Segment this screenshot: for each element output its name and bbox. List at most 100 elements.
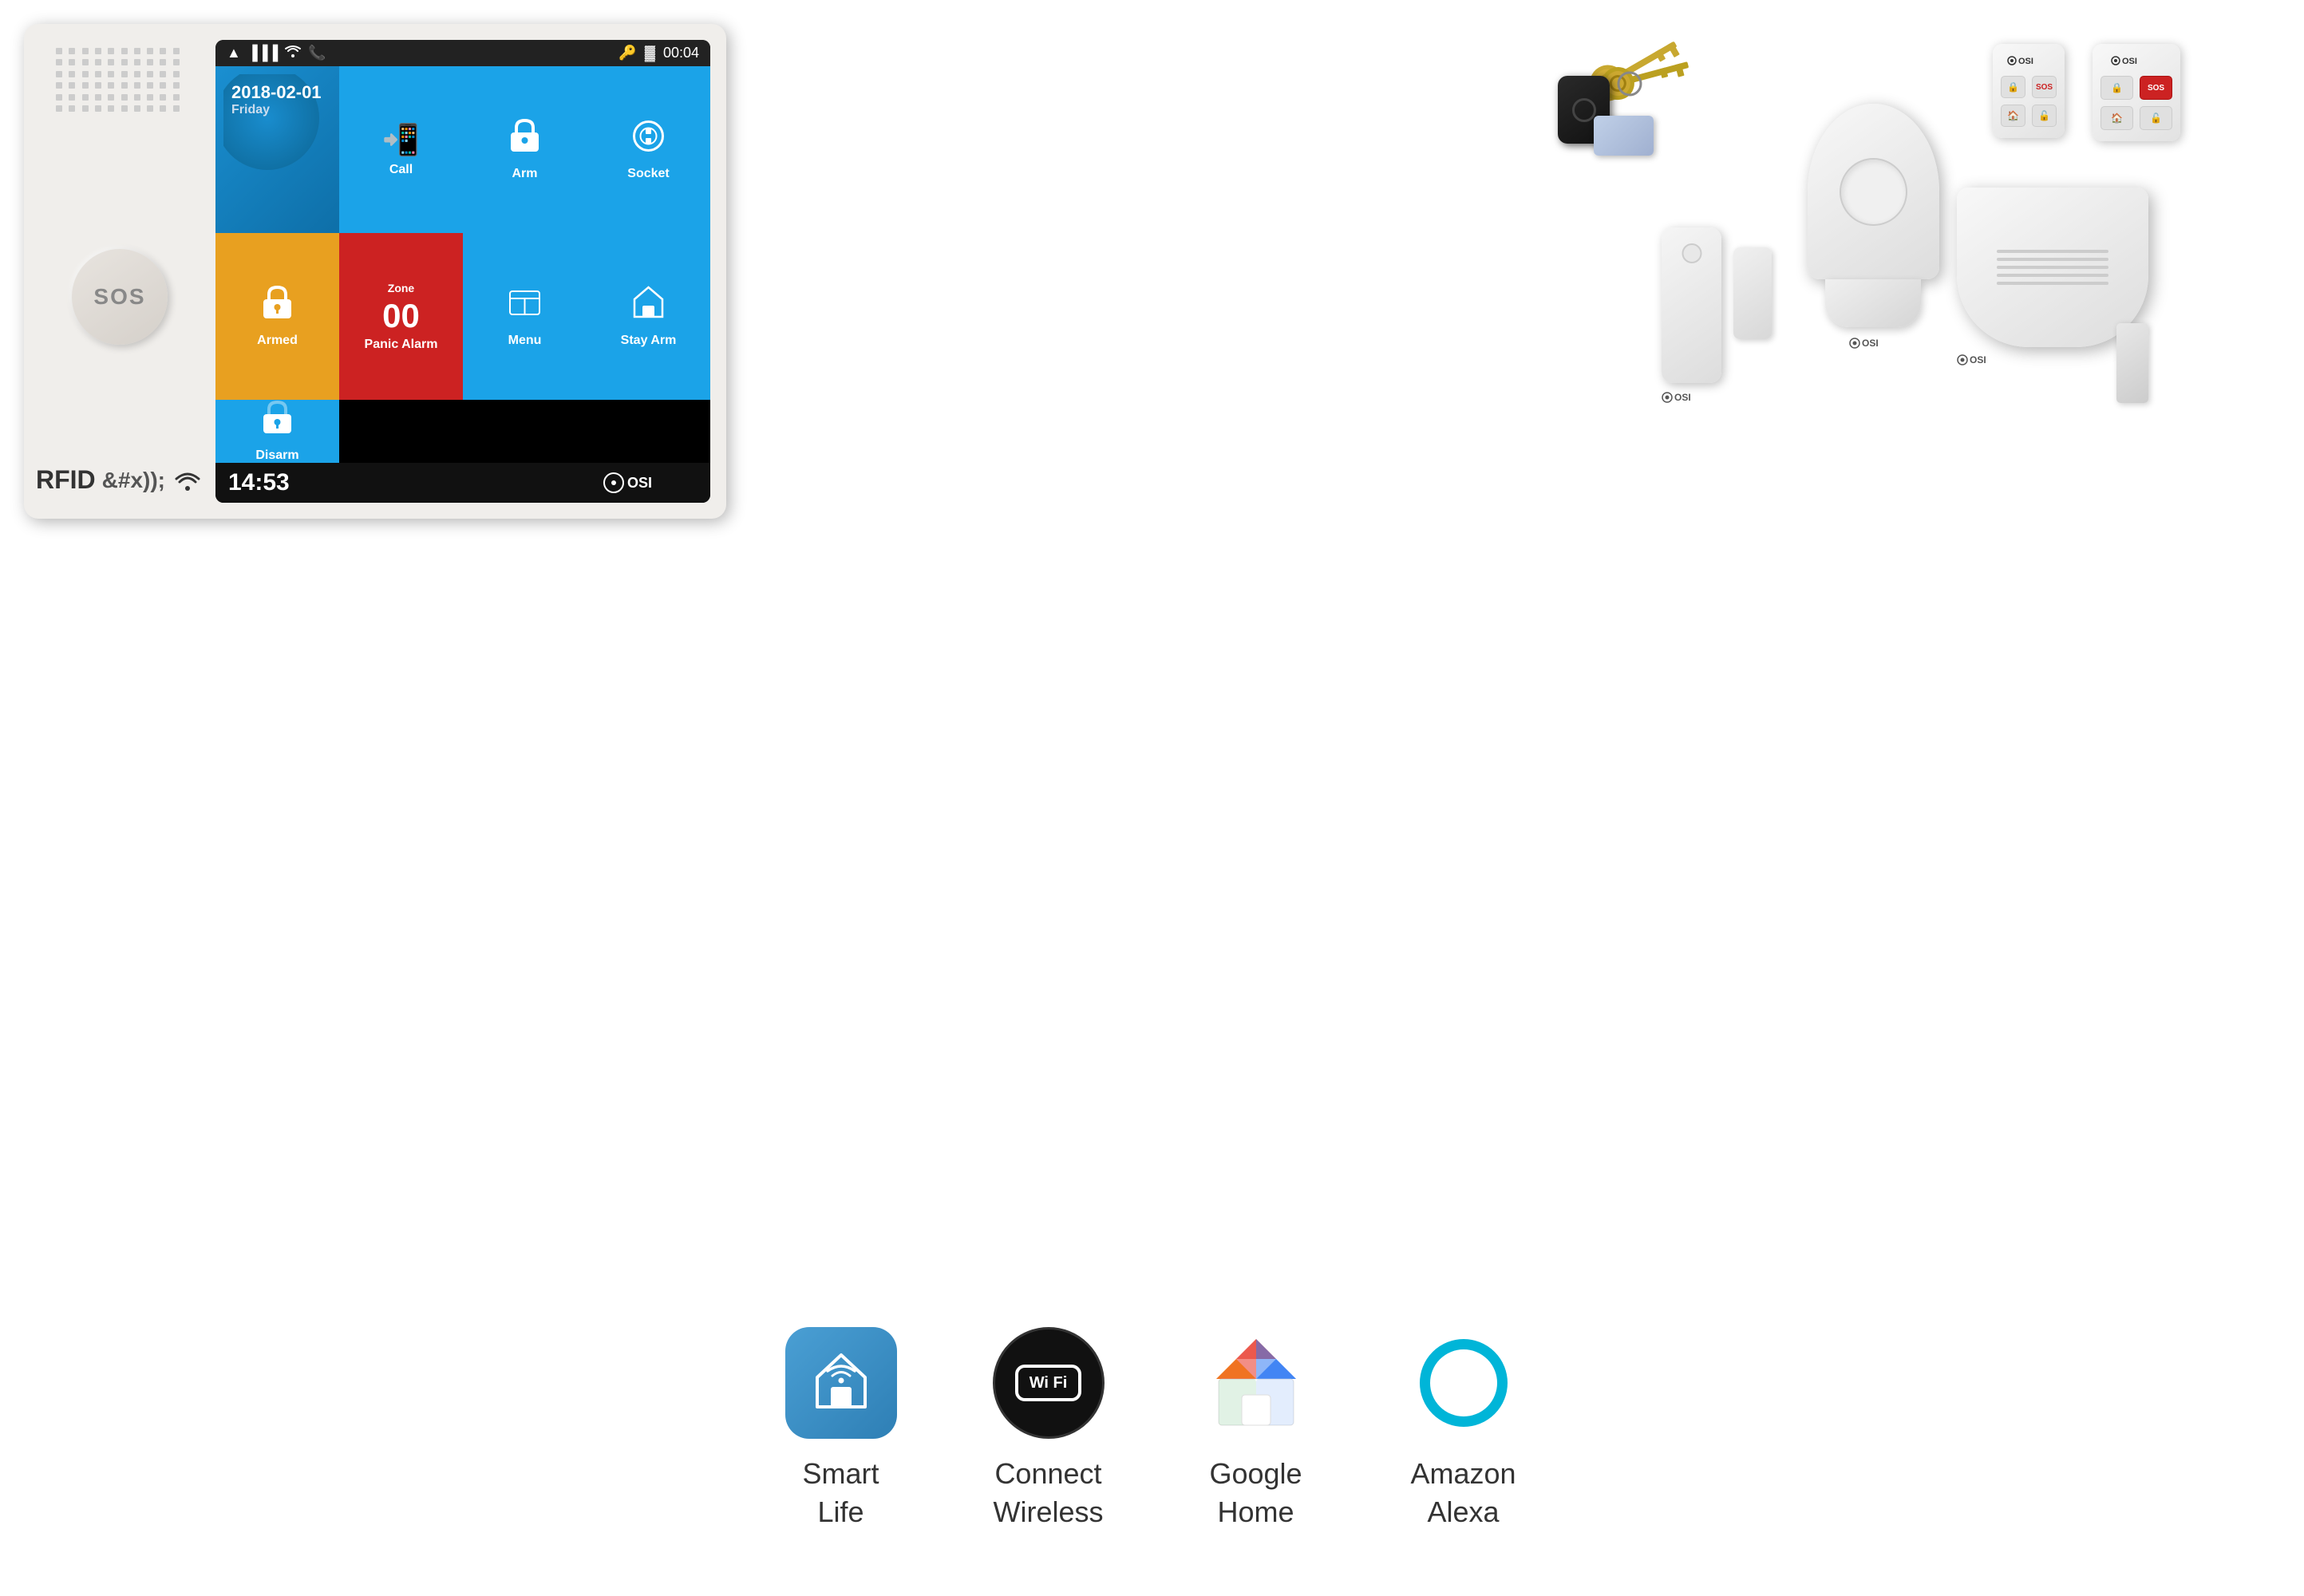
remote-2-buttons: 🔒 SOS 🏠 🔓 [2100, 76, 2172, 130]
armed-icon [259, 285, 295, 329]
door-sensor-magnet [1733, 247, 1772, 339]
menu-icon [507, 285, 543, 329]
arm-icon [507, 118, 543, 162]
tile-armed[interactable]: Armed [215, 233, 339, 400]
osi-logo-screen: OSI [602, 471, 698, 495]
svg-text:OSI: OSI [627, 475, 652, 491]
wifi-icon-container: Wi Fi [993, 1327, 1105, 1439]
key-icon: 🔑 [618, 45, 636, 61]
disarm-icon [259, 400, 295, 444]
alexa-label: AmazonAlexa [1410, 1455, 1516, 1532]
pir-brand-label: OSI [1793, 337, 1953, 350]
connect-wireless-label: ConnectWireless [993, 1455, 1103, 1532]
disarm-label: Disarm [255, 448, 298, 463]
speaker-grille [56, 48, 184, 112]
remote2-btn-unlock[interactable]: 🔓 [2140, 106, 2172, 130]
armed-label: Armed [257, 334, 298, 348]
bars-icon: ▐▐▐ [247, 45, 278, 61]
stay-arm-label: Stay Arm [621, 334, 677, 348]
call-icon: 📲 [382, 123, 420, 158]
door-sensor-button [1682, 243, 1701, 263]
screen-grid: 2018-02-01 Friday 📲 Call [215, 66, 710, 463]
remote-2: OSI 🔒 SOS 🏠 🔓 [2093, 44, 2180, 141]
status-bar: ▲ ▐▐▐ 📞 🔑 ▓ 00:04 [215, 40, 710, 66]
touch-screen: ▲ ▐▐▐ 📞 🔑 ▓ 00:04 [215, 40, 710, 503]
wifi-status-icon [284, 45, 302, 61]
socket-label: Socket [627, 167, 669, 181]
stay-arm-icon [630, 285, 666, 329]
call-label: Call [389, 163, 413, 177]
door-sensor-brand: OSI [1662, 383, 1781, 404]
remote-1-brand: OSI [2001, 55, 2057, 68]
svg-text:OSI: OSI [2018, 57, 2033, 66]
siren: OSI [1957, 188, 2172, 427]
svg-text:OSI: OSI [1674, 392, 1691, 403]
tile-socket[interactable]: Socket [587, 66, 710, 233]
panic-label: Panic Alarm [365, 338, 438, 352]
feature-connect-wireless: Wi Fi ConnectWireless [993, 1327, 1105, 1532]
remote-1: OSI 🔒 SOS 🏠 🔓 [1993, 44, 2065, 138]
date-display: 2018-02-01 [231, 82, 322, 103]
day-display: Friday [231, 103, 322, 117]
signal-icon: ▲ [227, 45, 241, 61]
remote-btn-lock[interactable]: 🔒 [2001, 76, 2025, 98]
clock-status: 00:04 [663, 45, 699, 61]
battery-icon: ▓ [645, 45, 655, 61]
feature-google-home: GoogleHome [1200, 1327, 1312, 1532]
panel-left: SOS RFID &#x)); [24, 24, 215, 519]
remote-btn-home[interactable]: 🏠 [2001, 105, 2025, 127]
status-left: ▲ ▐▐▐ 📞 [227, 45, 326, 61]
tile-datetime[interactable]: 2018-02-01 Friday [215, 66, 339, 233]
svg-text:OSI: OSI [1862, 338, 1879, 349]
zone-label: Zone [388, 282, 414, 294]
bottom-section: SmartLife Wi Fi ConnectWireless [785, 1327, 1520, 1532]
google-home-icon [1200, 1327, 1312, 1439]
svg-text:OSI: OSI [2122, 57, 2137, 66]
tile-stay-arm[interactable]: Stay Arm [587, 233, 710, 400]
smart-life-label: SmartLife [802, 1455, 879, 1532]
pir-body [1808, 104, 1939, 279]
sos-button[interactable]: SOS [72, 249, 168, 345]
door-sensor-body [1662, 227, 1721, 383]
remote-btn-sos[interactable]: SOS [2032, 76, 2057, 98]
zone-number: 00 [382, 299, 420, 333]
remote-2-brand: OSI [2100, 55, 2172, 68]
socket-icon [630, 118, 666, 162]
svg-text:OSI: OSI [1970, 354, 1986, 365]
google-home-label: GoogleHome [1209, 1455, 1302, 1532]
tile-panic[interactable]: Zone 00 Panic Alarm [339, 233, 463, 400]
door-sensor: OSI [1662, 227, 1781, 459]
rfid-wifi-icon [172, 466, 204, 495]
tile-arm[interactable]: Arm [463, 66, 587, 233]
remote-1-buttons: 🔒 SOS 🏠 🔓 [2001, 76, 2057, 127]
phone-icon: 📞 [308, 45, 326, 61]
smart-life-icon [785, 1327, 897, 1439]
pir-lens [1840, 158, 1907, 226]
tile-disarm[interactable]: Disarm [215, 400, 339, 463]
feature-smart-life: SmartLife [785, 1327, 897, 1532]
rfid-waves-icon: &#x)); [102, 468, 165, 493]
sos-label: SOS [93, 284, 145, 310]
tile-call[interactable]: 📲 Call [339, 66, 463, 233]
alexa-ring [1420, 1339, 1508, 1427]
remote2-btn-sos[interactable]: SOS [2140, 76, 2172, 100]
siren-grille [1997, 250, 2108, 285]
time-display: 14:53 [228, 469, 290, 496]
arm-label: Arm [512, 167, 537, 181]
pir-sensor: OSI [1793, 104, 1953, 407]
alexa-icon [1408, 1327, 1520, 1439]
rfid-text: RFID [36, 465, 96, 495]
remote2-btn-home[interactable]: 🏠 [2100, 106, 2133, 130]
rfid-card [1594, 116, 1654, 156]
status-right: 🔑 ▓ 00:04 [618, 45, 699, 61]
alarm-panel: SOS RFID &#x)); ▲ ▐▐▐ [24, 24, 726, 519]
remote-btn-unlock[interactable]: 🔓 [2032, 105, 2057, 127]
rfid-label: RFID &#x)); [36, 465, 204, 495]
screen-footer: 14:53 OSI [215, 463, 710, 503]
siren-mount [2116, 323, 2148, 403]
remote2-btn-lock[interactable]: 🔒 [2100, 76, 2133, 100]
menu-label: Menu [508, 334, 542, 348]
wifi-text: Wi Fi [1015, 1365, 1082, 1401]
feature-amazon-alexa: AmazonAlexa [1408, 1327, 1520, 1532]
tile-menu[interactable]: Menu [463, 233, 587, 400]
